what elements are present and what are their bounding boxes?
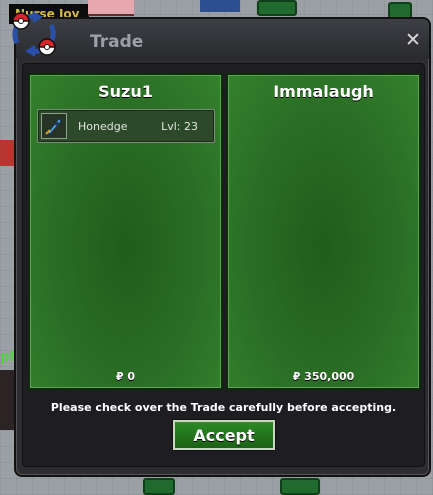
building-roof <box>200 0 240 12</box>
trade-window: Trade ✕ Suzu1 Honedge Lvl: 23 ₽ 0 Immala… <box>14 17 431 477</box>
accept-button[interactable]: Accept <box>172 419 276 451</box>
tree-tile <box>257 0 297 16</box>
title-bar[interactable]: Trade ✕ <box>16 19 429 59</box>
trade-notice: Please check over the Trade carefully be… <box>50 401 397 414</box>
player-name: Suzu1 <box>98 82 153 101</box>
trade-item-slot[interactable]: Honedge Lvl: 23 <box>37 109 215 143</box>
background-text: pf <box>0 350 15 365</box>
trade-swap-pokeball-icon <box>9 9 59 59</box>
partner-offered-money: ₽ 350,000 <box>292 370 355 383</box>
item-level: Lvl: 23 <box>161 120 198 133</box>
offered-money: ₽ 0 <box>115 370 136 383</box>
npc-sprite <box>88 0 134 16</box>
close-icon[interactable]: ✕ <box>403 30 423 50</box>
honedge-sword-icon <box>41 113 67 139</box>
window-title: Trade <box>90 32 144 52</box>
tree-tile <box>143 478 175 495</box>
trade-body: Suzu1 Honedge Lvl: 23 ₽ 0 Immalaugh ₽ 35… <box>22 63 425 467</box>
partner-name: Immalaugh <box>273 82 374 101</box>
partner-offer-panel: Immalaugh ₽ 350,000 <box>226 73 421 390</box>
item-name: Honedge <box>78 120 128 133</box>
building-wall <box>0 140 14 166</box>
tree-tile <box>280 478 320 495</box>
my-offer-panel: Suzu1 Honedge Lvl: 23 ₽ 0 <box>28 73 223 390</box>
